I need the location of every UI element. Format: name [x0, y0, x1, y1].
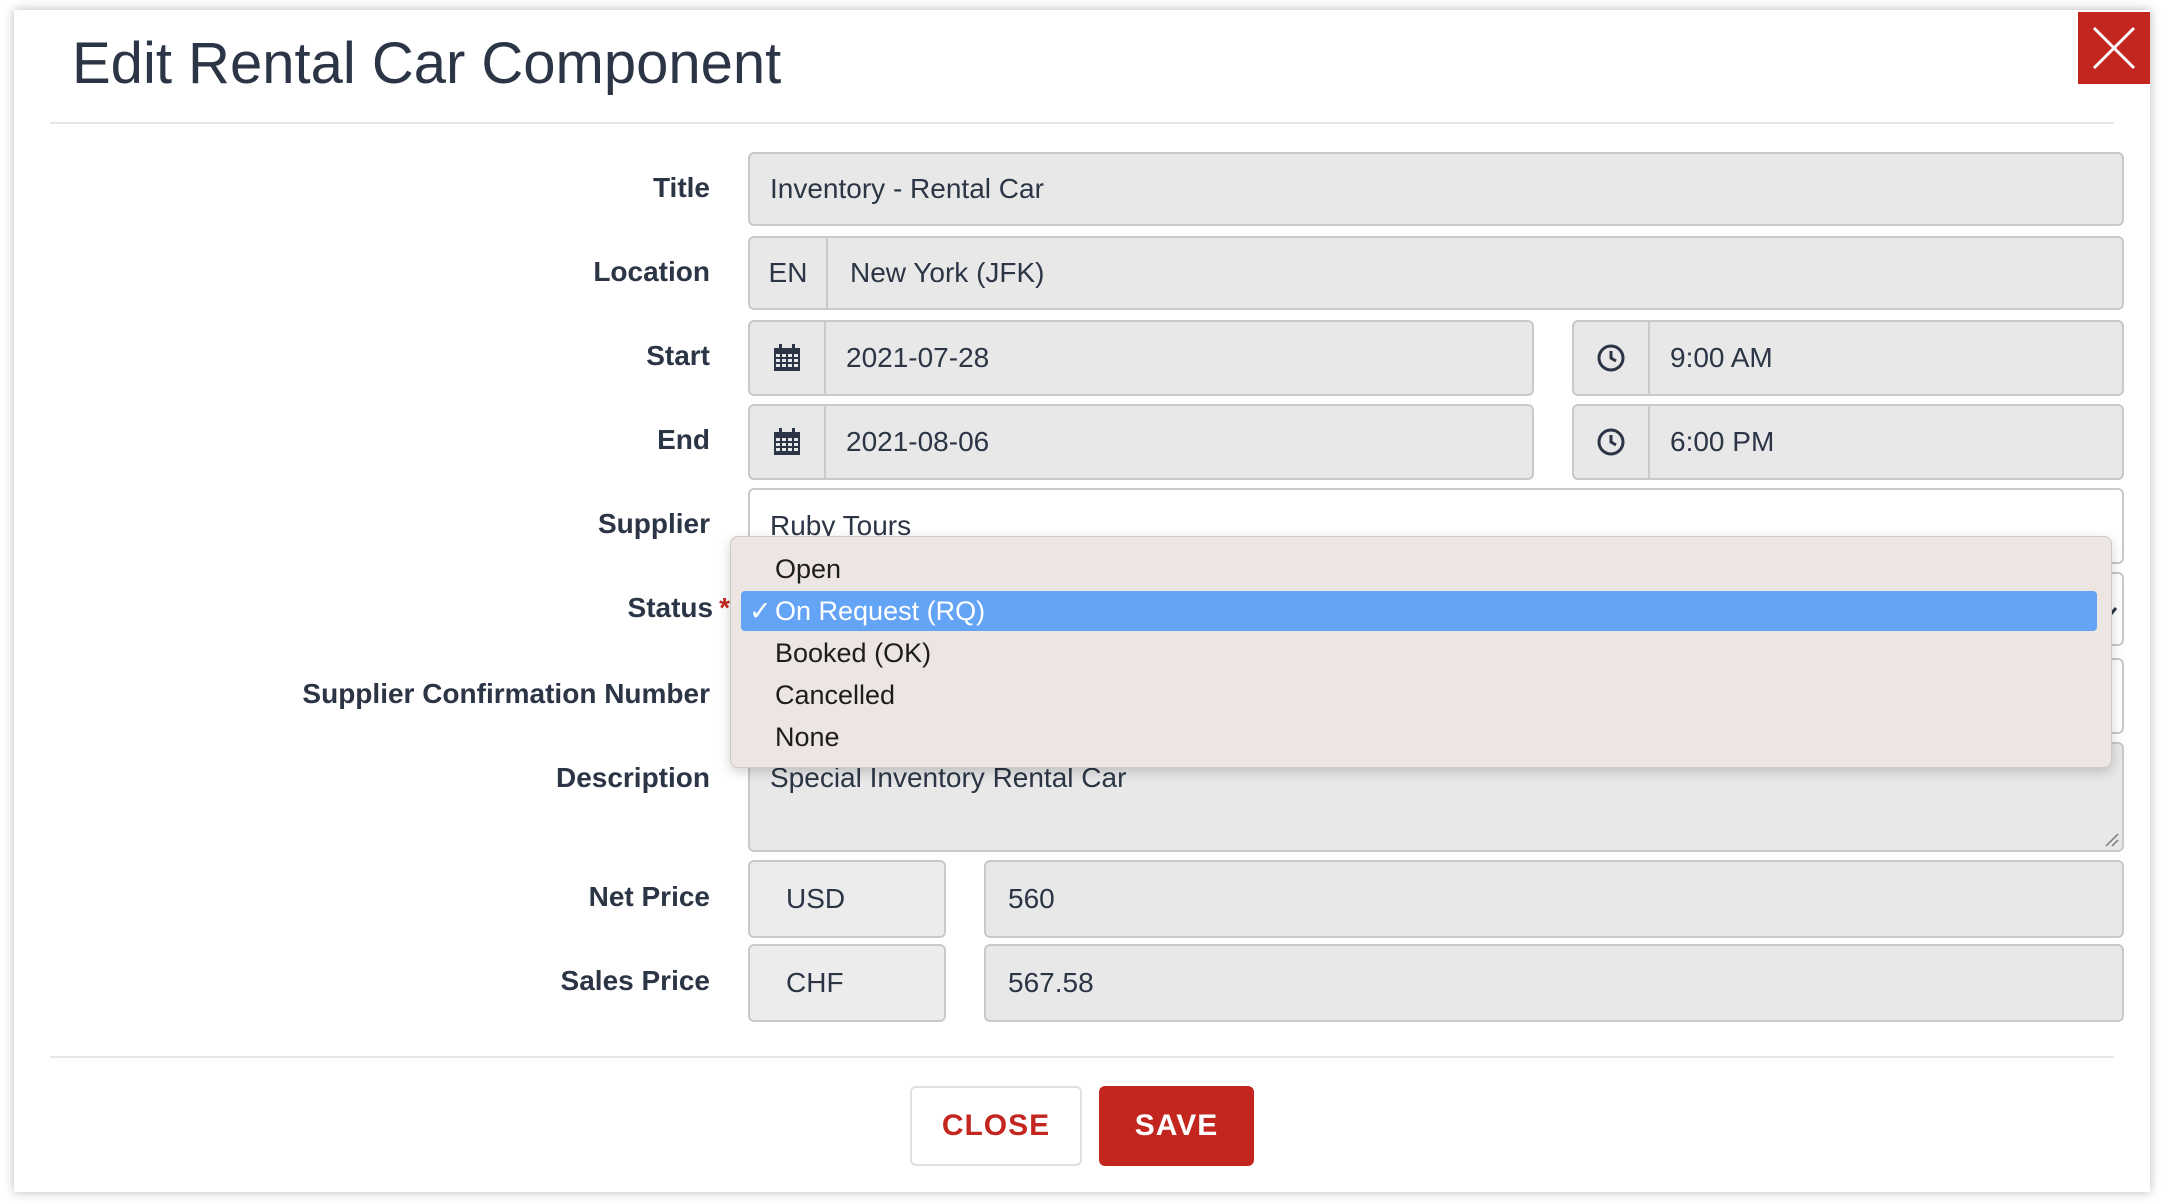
location-field: EN New York (JFK) [748, 236, 2124, 310]
status-label-text: Status [627, 592, 714, 623]
status-option-label: Booked (OK) [775, 638, 932, 668]
clock-icon [1597, 344, 1625, 372]
start-label: Start [646, 340, 710, 371]
status-dropdown-menu: Open ✓ On Request (RQ) Booked (OK) Cance… [730, 536, 2112, 768]
status-option-none[interactable]: None [741, 717, 2097, 757]
save-button[interactable]: SAVE [1099, 1086, 1254, 1166]
end-date-value: 2021-08-06 [846, 426, 990, 457]
start-calendar-addon[interactable] [750, 322, 826, 394]
end-time-value: 6:00 PM [1670, 426, 1775, 457]
end-label: End [657, 424, 710, 455]
title-input[interactable]: Inventory - Rental Car [748, 152, 2124, 226]
calendar-icon [774, 428, 800, 455]
status-option-label: Cancelled [775, 680, 896, 710]
end-clock-addon[interactable] [1574, 406, 1650, 478]
sales-price-currency-value: CHF [786, 967, 844, 998]
sales-price-input[interactable]: 567.58 [984, 944, 2124, 1022]
net-price-input[interactable]: 560 [984, 860, 2124, 938]
end-date-input[interactable]: 2021-08-06 [748, 404, 1534, 480]
net-price-value: 560 [1008, 883, 1055, 914]
sales-price-label: Sales Price [560, 965, 710, 996]
location-value[interactable]: New York (JFK) [850, 238, 1045, 308]
status-label: Status * [628, 588, 730, 628]
start-time-value: 9:00 AM [1670, 342, 1773, 373]
checkmark-icon: ✓ [749, 596, 772, 626]
status-option-on-request[interactable]: ✓ On Request (RQ) [741, 591, 2097, 631]
confirmation-label: Supplier Confirmation Number [302, 678, 710, 709]
start-time-input[interactable]: 9:00 AM [1572, 320, 2124, 396]
status-option-cancelled[interactable]: Cancelled [741, 675, 2097, 715]
location-language-addon[interactable]: EN [750, 238, 828, 308]
description-label: Description [555, 762, 710, 793]
footer-divider [50, 1056, 2114, 1058]
status-option-label: On Request (RQ) [775, 596, 986, 626]
status-option-label: None [775, 722, 840, 752]
sales-price-currency[interactable]: CHF [748, 944, 946, 1022]
title-label: Title [652, 172, 710, 203]
modal-title: Edit Rental Car Component [72, 31, 782, 96]
status-option-label: Open [775, 554, 842, 584]
calendar-icon [774, 344, 800, 371]
title-value: Inventory - Rental Car [770, 173, 1044, 204]
close-icon [2092, 26, 2136, 70]
status-option-booked[interactable]: Booked (OK) [741, 633, 2097, 673]
status-option-open[interactable]: Open [741, 549, 2097, 589]
close-button[interactable]: CLOSE [910, 1086, 1082, 1166]
resize-handle-icon[interactable] [2104, 832, 2120, 848]
end-time-input[interactable]: 6:00 PM [1572, 404, 2124, 480]
modal-close-x-button[interactable] [2078, 12, 2150, 84]
supplier-label: Supplier [597, 508, 710, 539]
start-clock-addon[interactable] [1574, 322, 1650, 394]
start-date-value: 2021-07-28 [846, 342, 990, 373]
header-divider [50, 122, 2114, 124]
start-date-input[interactable]: 2021-07-28 [748, 320, 1534, 396]
location-label: Location [593, 256, 710, 287]
required-marker: * [719, 592, 730, 623]
net-price-label: Net Price [588, 881, 710, 912]
sales-price-value: 567.58 [1008, 967, 1094, 998]
net-price-currency[interactable]: USD [748, 860, 946, 938]
end-calendar-addon[interactable] [750, 406, 826, 478]
net-price-currency-value: USD [786, 883, 846, 914]
clock-icon [1597, 428, 1625, 456]
